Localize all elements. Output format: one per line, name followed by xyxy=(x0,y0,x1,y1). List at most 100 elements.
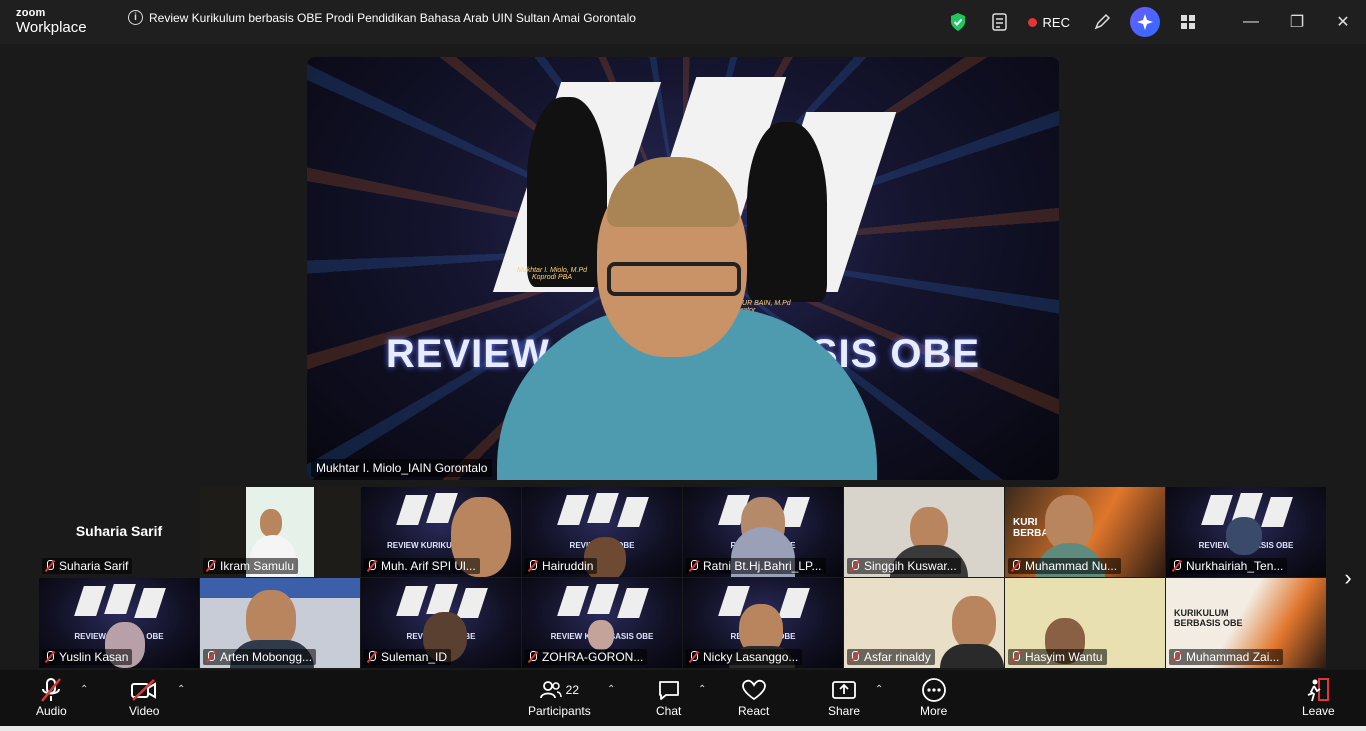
poster-panel xyxy=(134,588,166,618)
poster-panel xyxy=(778,588,810,618)
participant-tile[interactable]: REVIEW KURIKUL OBE Yuslin Kasan xyxy=(39,578,199,668)
audio-options-caret[interactable]: ⌃ xyxy=(80,684,88,695)
gallery-strip: Suharia Sarif Suharia Sarif Ikram Samulu… xyxy=(39,487,1327,668)
participant-name: Suleman_ID xyxy=(381,650,448,664)
poster-panel xyxy=(1201,495,1233,525)
mic-off-icon xyxy=(44,560,55,572)
react-button[interactable]: React xyxy=(738,676,769,718)
react-icon xyxy=(741,676,767,704)
participant-name-label: ZOHRA-GORON... xyxy=(525,649,648,665)
participant-name-label: Muh. Arif SPI Ul... xyxy=(364,558,480,574)
banner-person-left xyxy=(527,97,607,287)
brand-bottom: Workplace xyxy=(16,19,87,36)
participant-name: Ikram Samulu xyxy=(220,559,295,573)
poster-panel xyxy=(426,584,458,614)
participant-name-label: Suleman_ID xyxy=(364,649,452,665)
audio-button[interactable]: Audio xyxy=(36,676,67,718)
participant-tile[interactable]: REVIEW BERBASIS OBE Nurkhairiah_Ten... xyxy=(1166,487,1326,577)
close-icon[interactable]: ✕ xyxy=(1320,0,1366,44)
participant-name-label: Singgih Kuswar... xyxy=(847,558,961,574)
poster-panel xyxy=(396,586,428,616)
chat-label: Chat xyxy=(656,704,682,718)
participant-tile[interactable]: Asfar rinaldy xyxy=(844,578,1004,668)
zoom-logo: zoom Workplace xyxy=(16,7,87,36)
banner-caption-left-sub: Koprodi PBA xyxy=(531,274,573,281)
participant-name: Yuslin Kasan xyxy=(59,650,129,664)
participant-tile[interactable]: REVIEW K IS OBE Suleman_ID xyxy=(361,578,521,668)
participant-name: Singgih Kuswar... xyxy=(864,559,957,573)
mic-off-icon xyxy=(1171,651,1182,663)
mic-off-icon xyxy=(205,651,216,663)
restore-icon[interactable]: ❐ xyxy=(1274,0,1320,44)
share-options-caret[interactable]: ⌃ xyxy=(875,684,883,695)
mic-off-icon xyxy=(849,560,860,572)
poster-panel xyxy=(104,584,136,614)
participant-tile[interactable]: REVIEW K BERBASIS OBE ZOHRA-GORON... xyxy=(522,578,682,668)
participant-tile[interactable]: REVIEW KU OBE Hairuddin xyxy=(522,487,682,577)
poster-panel xyxy=(396,495,428,525)
mic-off-icon xyxy=(527,560,538,572)
apps-icon[interactable] xyxy=(1170,0,1206,44)
mic-off-icon xyxy=(39,676,63,704)
participants-icon: 22 xyxy=(539,676,579,704)
more-icon xyxy=(921,676,947,704)
mic-off-icon xyxy=(849,651,860,663)
minimize-icon[interactable]: — xyxy=(1228,0,1274,44)
poster-panel xyxy=(557,586,589,616)
participant-face xyxy=(260,509,282,537)
participants-label: Participants xyxy=(528,704,591,718)
chat-button[interactable]: Chat xyxy=(656,676,681,718)
participant-tile[interactable]: Singgih Kuswar... xyxy=(844,487,1004,577)
mic-off-icon xyxy=(688,560,699,572)
video-options-caret[interactable]: ⌃ xyxy=(177,684,185,695)
participants-options-caret[interactable]: ⌃ xyxy=(607,684,615,695)
pen-icon[interactable] xyxy=(1084,0,1120,44)
leave-button[interactable]: Leave xyxy=(1302,676,1335,718)
chevron-right-icon[interactable]: › xyxy=(1338,563,1358,593)
participant-name-label: Muhammad Zai... xyxy=(1169,649,1284,665)
participant-name: Muhammad Zai... xyxy=(1186,650,1280,664)
shield-icon[interactable] xyxy=(940,0,976,44)
participant-face xyxy=(588,620,614,650)
recording-indicator[interactable]: REC xyxy=(1027,15,1070,30)
mic-off-icon xyxy=(44,651,55,663)
participant-tile[interactable]: REVIEW KU OBE Ratni Bt.Hj.Bahri_LP... xyxy=(683,487,843,577)
poster-panel xyxy=(617,497,649,527)
video-label: Video xyxy=(129,704,160,718)
participant-name-label: Nurkhairiah_Ten... xyxy=(1169,558,1288,574)
ai-companion-icon[interactable] xyxy=(1130,7,1160,37)
participant-tile[interactable]: KURI BERBA Muhammad Nu... xyxy=(1005,487,1165,577)
active-speaker-video[interactable]: Mukhtar I. Miolo, M.Pd Koprodi PBA NUR B… xyxy=(307,57,1059,480)
participant-name: Muhammad Nu... xyxy=(1025,559,1118,573)
participant-tile[interactable]: REVIEW KURIKUL Muh. Arif SPI Ul... xyxy=(361,487,521,577)
banner-caption-left: Mukhtar I. Miolo, M.Pd Koprodi PBA xyxy=(502,267,602,281)
participants-button[interactable]: 22 Participants xyxy=(528,676,591,718)
leave-icon xyxy=(1305,676,1331,704)
participant-tile[interactable]: REVIEW KU OBE Nicky Lasanggo... xyxy=(683,578,843,668)
mic-off-icon xyxy=(1171,560,1182,572)
chat-options-caret[interactable]: ⌃ xyxy=(698,684,706,695)
participant-name: Nurkhairiah_Ten... xyxy=(1186,559,1284,573)
meeting-info[interactable]: i Review Kurikulum berbasis OBE Prodi Pe… xyxy=(128,10,636,25)
participant-tile[interactable]: Suharia Sarif Suharia Sarif xyxy=(39,487,199,577)
video-button[interactable]: Video xyxy=(129,676,159,718)
share-button[interactable]: Share xyxy=(828,676,860,718)
info-icon[interactable]: i xyxy=(128,10,143,25)
brand-top: zoom xyxy=(16,7,46,19)
participant-name-label: Arten Mobongg... xyxy=(203,649,317,665)
notes-icon[interactable] xyxy=(982,0,1018,44)
mic-off-icon xyxy=(366,560,377,572)
participant-tile[interactable]: Arten Mobongg... xyxy=(200,578,360,668)
participant-tile[interactable]: Ikram Samulu xyxy=(200,487,360,577)
mic-off-icon xyxy=(205,560,216,572)
participant-name-label: Nicky Lasanggo... xyxy=(686,649,803,665)
participant-name: Asfar rinaldy xyxy=(864,650,931,664)
banner-caption-left-name: Mukhtar I. Miolo, M.Pd xyxy=(516,267,588,274)
participant-tile[interactable]: KURIKULUM BERBASIS OBE Muhammad Zai... xyxy=(1166,578,1326,668)
participant-tile[interactable]: Hasyim Wantu xyxy=(1005,578,1165,668)
mic-off-icon xyxy=(688,651,699,663)
more-button[interactable]: More xyxy=(920,676,947,718)
share-icon xyxy=(831,676,857,704)
participant-name: Hairuddin xyxy=(542,559,594,573)
taskbar-edge xyxy=(0,726,1366,731)
